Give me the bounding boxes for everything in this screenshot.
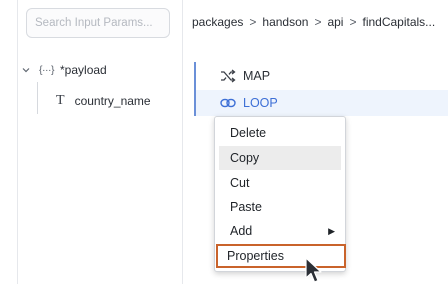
tree-node-country-name[interactable]: T country_name xyxy=(56,93,151,109)
chevron-down-icon[interactable] xyxy=(22,66,30,74)
flow-step-label: LOOP xyxy=(243,96,278,110)
breadcrumb-item-packages[interactable]: packages xyxy=(192,15,243,29)
breadcrumb-item-handson[interactable]: handson xyxy=(262,15,308,29)
flow-step-label: MAP xyxy=(243,69,271,83)
tree-node-label: country_name xyxy=(74,94,151,108)
object-icon: {···} xyxy=(39,64,55,76)
menu-item-add[interactable]: Add ▶ xyxy=(219,219,341,243)
submenu-arrow-icon: ▶ xyxy=(328,226,335,236)
tree-node-payload[interactable]: {···} *payload xyxy=(22,63,107,77)
shuffle-icon xyxy=(221,69,236,83)
breadcrumb-item-api[interactable]: api xyxy=(327,15,343,29)
breadcrumb-separator: > xyxy=(314,15,322,29)
flow-steps-panel: MAP LOOP xyxy=(194,62,448,116)
text-type-icon: T xyxy=(56,93,65,108)
loop-icon xyxy=(220,98,236,108)
flow-step-map[interactable]: MAP xyxy=(196,63,448,89)
tree-node-label: *payload xyxy=(60,63,107,77)
menu-item-copy[interactable]: Copy xyxy=(219,146,341,170)
breadcrumb-separator: > xyxy=(249,15,257,29)
context-menu: Delete Copy Cut Paste Add ▶ Properties xyxy=(214,116,346,272)
menu-item-delete[interactable]: Delete xyxy=(219,121,341,145)
menu-item-cut[interactable]: Cut xyxy=(219,171,341,195)
tree-guide-line xyxy=(37,82,38,114)
menu-item-properties[interactable]: Properties xyxy=(216,244,346,268)
breadcrumb-separator: > xyxy=(349,15,357,29)
menu-item-paste[interactable]: Paste xyxy=(219,195,341,219)
breadcrumb-item-findcapitals[interactable]: findCapitals... xyxy=(362,15,435,29)
flow-step-loop[interactable]: LOOP xyxy=(196,90,448,116)
mouse-cursor-icon xyxy=(305,257,322,283)
menu-item-label: Add xyxy=(230,224,253,238)
search-input[interactable]: Search Input Params... xyxy=(26,8,170,38)
breadcrumb: packages > handson > api > findCapitals... xyxy=(192,15,435,29)
input-params-panel: Search Input Params... {···} *payload T … xyxy=(17,0,183,284)
